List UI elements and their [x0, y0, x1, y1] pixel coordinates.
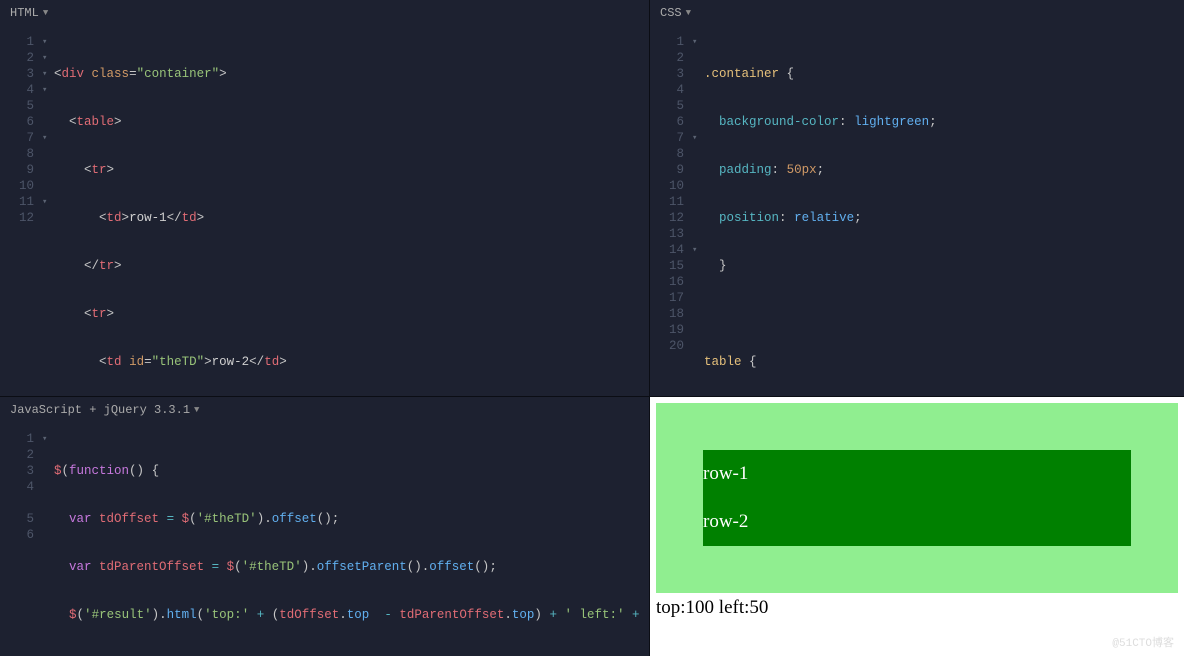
- chevron-down-icon: ▼: [194, 405, 199, 415]
- chevron-down-icon: ▼: [43, 8, 48, 18]
- css-gutter: 1234567891011121314151617181920: [650, 34, 692, 396]
- css-pane-title: CSS: [660, 6, 682, 20]
- js-fold-col: ▾: [42, 431, 54, 656]
- table-cell-row2: row-2: [703, 498, 1131, 546]
- html-fold-col: ▾▾▾▾▾▾: [42, 34, 54, 396]
- js-code-lines[interactable]: $(function() { var tdOffset = $('#theTD'…: [54, 431, 649, 656]
- html-pane-title: HTML: [10, 6, 39, 20]
- html-pane: HTML ▼ 123456789101112 ▾▾▾▾▾▾ <div class…: [0, 0, 650, 397]
- preview-container: row-1 row-2: [656, 403, 1178, 593]
- preview-table: row-1 row-2: [703, 450, 1131, 546]
- css-fold-col: ▾▾▾: [692, 34, 704, 396]
- table-row: row-2: [703, 498, 1131, 546]
- css-code-area[interactable]: 1234567891011121314151617181920 ▾▾▾ .con…: [650, 28, 1184, 396]
- css-code-lines[interactable]: .container { background-color: lightgree…: [704, 34, 1184, 396]
- css-pane-header[interactable]: CSS ▼: [650, 0, 1184, 28]
- js-pane: JavaScript + jQuery 3.3.1 ▼ 123456 ▾ $(f…: [0, 397, 650, 656]
- css-pane: CSS ▼ 1234567891011121314151617181920 ▾▾…: [650, 0, 1184, 397]
- html-pane-header[interactable]: HTML ▼: [0, 0, 649, 28]
- preview-result: top:100 left:50: [656, 597, 1178, 619]
- chevron-down-icon: ▼: [686, 8, 691, 18]
- js-pane-title: JavaScript + jQuery 3.3.1: [10, 403, 190, 417]
- table-row: row-1: [703, 450, 1131, 498]
- preview-wrapper: row-1 row-2 top:100 left:50: [650, 397, 1184, 656]
- watermark: @51CTO博客: [1112, 634, 1174, 650]
- js-code-area[interactable]: 123456 ▾ $(function() { var tdOffset = $…: [0, 425, 649, 656]
- output-pane: row-1 row-2 top:100 left:50 @51CTO博客: [650, 397, 1184, 656]
- table-cell-row1: row-1: [703, 450, 1131, 498]
- html-code-lines[interactable]: <div class="container"> <table> <tr> <td…: [54, 34, 649, 396]
- js-pane-header[interactable]: JavaScript + jQuery 3.3.1 ▼: [0, 397, 649, 425]
- html-gutter: 123456789101112: [0, 34, 42, 396]
- html-code-area[interactable]: 123456789101112 ▾▾▾▾▾▾ <div class="conta…: [0, 28, 649, 396]
- js-gutter: 123456: [0, 431, 42, 656]
